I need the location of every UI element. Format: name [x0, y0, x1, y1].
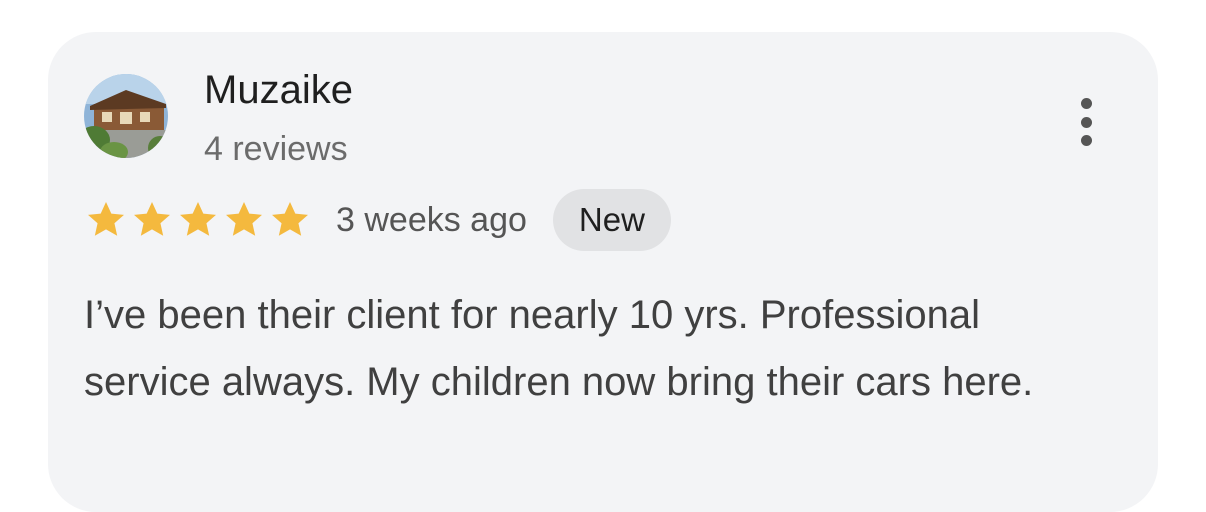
review-card: Muzaike 4 reviews 3 weeks ago New I’ve b…: [48, 32, 1158, 512]
more-dot: [1080, 98, 1092, 109]
house-photo-avatar: [84, 74, 168, 158]
more-dot: [1080, 135, 1092, 146]
author-review-count: 4 reviews: [204, 130, 348, 168]
review-text: I’ve been their client for nearly 10 yrs…: [84, 293, 1034, 404]
star-icon: [88, 202, 124, 236]
star-icon: [272, 202, 308, 236]
avatar[interactable]: [84, 74, 168, 158]
rating-row: 3 weeks ago New: [84, 189, 671, 251]
star-icon: [180, 202, 216, 236]
star-icon: [134, 202, 170, 236]
author-name[interactable]: Muzaike: [204, 68, 353, 113]
star-icon: [226, 202, 262, 236]
review-time: 3 weeks ago: [336, 200, 527, 239]
more-dot: [1080, 116, 1092, 128]
star-rating: [84, 198, 312, 242]
more-vertical-icon[interactable]: [1068, 96, 1104, 148]
new-badge: New: [552, 189, 671, 251]
